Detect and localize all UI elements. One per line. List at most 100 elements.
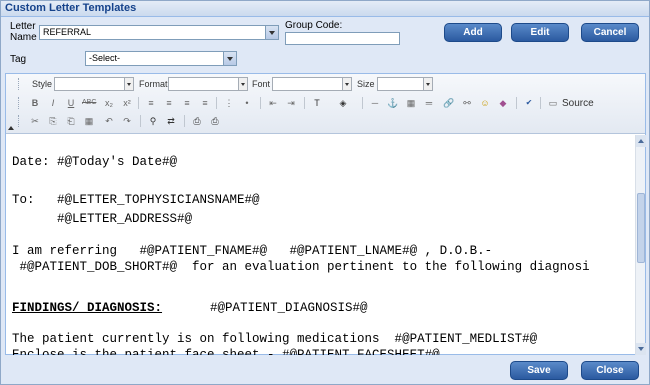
format-select[interactable] [168, 77, 248, 91]
toolbar-row-edit: ✂ ⎘ ⎗ ▦ ↶ ↷ ⚲ ⇄ ⎙ ⎙ [16, 113, 636, 131]
special-char-icon[interactable]: ◆ [496, 96, 510, 110]
toolbar-row-text: B I U ABC x₂ x² ≡ ≡ ≡ ≡ ⋮ • ⇤ ⇥ T ◈ ─ ⚓ … [16, 95, 636, 113]
align-center-icon[interactable]: ≡ [162, 96, 176, 110]
window-titlebar: Custom Letter Templates [1, 1, 649, 17]
anchor-icon[interactable]: ⚓ [386, 96, 400, 110]
tag-value: -Select- [89, 53, 121, 63]
toolbar-grip [18, 115, 21, 127]
content-line: I am referring #@PATIENT_FNAME#@ #@PATIE… [12, 244, 493, 258]
rich-text-editor: Style Format Font Size B I U ABC x₂ x² ≡ [5, 73, 646, 355]
align-left-icon[interactable]: ≡ [144, 96, 158, 110]
window-title: Custom Letter Templates [5, 2, 137, 14]
paste-word-icon[interactable]: ▦ [82, 114, 96, 128]
scroll-up-icon[interactable] [636, 135, 646, 147]
toolbar-separator [362, 97, 363, 109]
justify-icon[interactable]: ≡ [198, 96, 212, 110]
findings-heading-line: FINDINGS/ DIAGNOSIS: [12, 300, 162, 316]
page-break-icon[interactable]: ═ [422, 96, 436, 110]
toolbar-row-format: Style Format Font Size [16, 76, 636, 94]
link-icon[interactable]: 🔗 [442, 96, 456, 110]
superscript-icon[interactable]: x² [120, 96, 134, 110]
toolbar-separator [304, 97, 305, 109]
align-right-icon[interactable]: ≡ [180, 96, 194, 110]
letter-name-label-line2: Name [10, 32, 37, 43]
content-line: #@LETTER_ADDRESS#@ [12, 212, 193, 226]
editor-toolbar: Style Format Font Size B I U ABC x₂ x² ≡ [6, 74, 645, 134]
letter-name-label-line1: Letter [10, 21, 36, 32]
toolbar-collapse-icon[interactable] [7, 124, 15, 132]
style-select[interactable] [54, 77, 134, 91]
chevron-down-icon [223, 52, 236, 65]
toolbar-separator [260, 97, 261, 109]
source-label[interactable]: Source [562, 98, 594, 109]
subscript-icon[interactable]: x₂ [102, 96, 116, 110]
find-icon[interactable]: ⚲ [146, 114, 160, 128]
font-select[interactable] [272, 77, 352, 91]
toolbar-separator [140, 115, 141, 127]
font-label: Font [252, 79, 271, 89]
bullet-list-icon[interactable]: • [240, 96, 254, 110]
group-code-label: Group Code: [285, 20, 343, 31]
background-color-icon[interactable]: ◈ [336, 96, 350, 110]
indent-icon[interactable]: ⇥ [284, 96, 298, 110]
italic-icon[interactable]: I [46, 96, 60, 110]
toolbar-separator [540, 97, 541, 109]
letter-name-value: REFERRAL [43, 27, 92, 37]
numbered-list-icon[interactable]: ⋮ [222, 96, 236, 110]
cut-icon[interactable]: ✂ [28, 114, 42, 128]
add-button[interactable]: Add [444, 23, 502, 42]
unlink-icon[interactable]: ⚯ [460, 96, 474, 110]
table-icon[interactable]: ▦ [404, 96, 418, 110]
print-icon[interactable]: ⎙ [208, 114, 222, 128]
paste-icon[interactable]: ⎗ [64, 114, 78, 128]
chevron-down-icon [238, 78, 247, 90]
content-line: Enclose is the patient face sheet - #@PA… [12, 348, 440, 355]
scroll-down-icon[interactable] [636, 343, 646, 355]
smiley-icon[interactable]: ☺ [478, 96, 492, 110]
horizontal-rule-icon[interactable]: ─ [368, 96, 382, 110]
toolbar-grip [18, 97, 21, 109]
editor-scrollbar[interactable] [635, 135, 646, 355]
bold-icon[interactable]: B [28, 96, 42, 110]
scroll-thumb[interactable] [637, 193, 645, 263]
save-button[interactable]: Save [510, 361, 568, 380]
size-select[interactable] [377, 77, 433, 91]
letter-name-select[interactable]: REFERRAL [39, 25, 279, 40]
toolbar-separator [184, 115, 185, 127]
copy-icon[interactable]: ⎘ [46, 114, 60, 128]
chevron-down-icon [423, 78, 432, 90]
content-line: The patient currently is on following me… [12, 332, 538, 346]
dialog-footer: Save Close [1, 357, 649, 384]
chevron-down-icon [265, 26, 278, 39]
strikethrough-icon[interactable]: ABC [82, 96, 96, 110]
content-line: To: #@LETTER_TOPHYSICIANSNAME#@ [12, 193, 260, 207]
style-label: Style [32, 79, 53, 89]
format-label: Format [139, 79, 168, 89]
letter-name-label: Letter Name [10, 21, 40, 43]
content-line: Date: #@Today's Date#@ [12, 155, 178, 169]
close-button[interactable]: Close [581, 361, 639, 380]
replace-icon[interactable]: ⇄ [164, 114, 178, 128]
findings-heading: FINDINGS/ DIAGNOSIS: [12, 301, 163, 315]
chevron-down-icon [342, 78, 351, 90]
letter-template-window: Custom Letter Templates Letter Name REFE… [0, 0, 650, 385]
source-icon[interactable]: ▭ [546, 96, 560, 110]
edit-button[interactable]: Edit [511, 23, 569, 42]
outdent-icon[interactable]: ⇤ [266, 96, 280, 110]
editor-content-area[interactable]: Date: #@Today's Date#@ To: #@LETTER_TOPH… [6, 135, 635, 355]
spellcheck-icon[interactable]: ✔ [522, 96, 536, 110]
undo-icon[interactable]: ↶ [102, 114, 116, 128]
group-code-input[interactable] [285, 32, 400, 45]
preview-icon[interactable]: ⎙ [190, 114, 204, 128]
cancel-button[interactable]: Cancel [581, 23, 639, 42]
text-color-icon[interactable]: T [310, 96, 324, 110]
redo-icon[interactable]: ↷ [120, 114, 134, 128]
tag-select[interactable]: -Select- [85, 51, 237, 66]
tag-label: Tag [10, 54, 27, 65]
content-line: #@PATIENT_DOB_SHORT#@ for an evaluation … [12, 260, 590, 274]
toolbar-separator [138, 97, 139, 109]
chevron-down-icon [124, 78, 133, 90]
underline-icon[interactable]: U [64, 96, 78, 110]
toolbar-grip [18, 78, 21, 90]
diagnosis-placeholder: #@PATIENT_DIAGNOSIS#@ [195, 301, 368, 315]
